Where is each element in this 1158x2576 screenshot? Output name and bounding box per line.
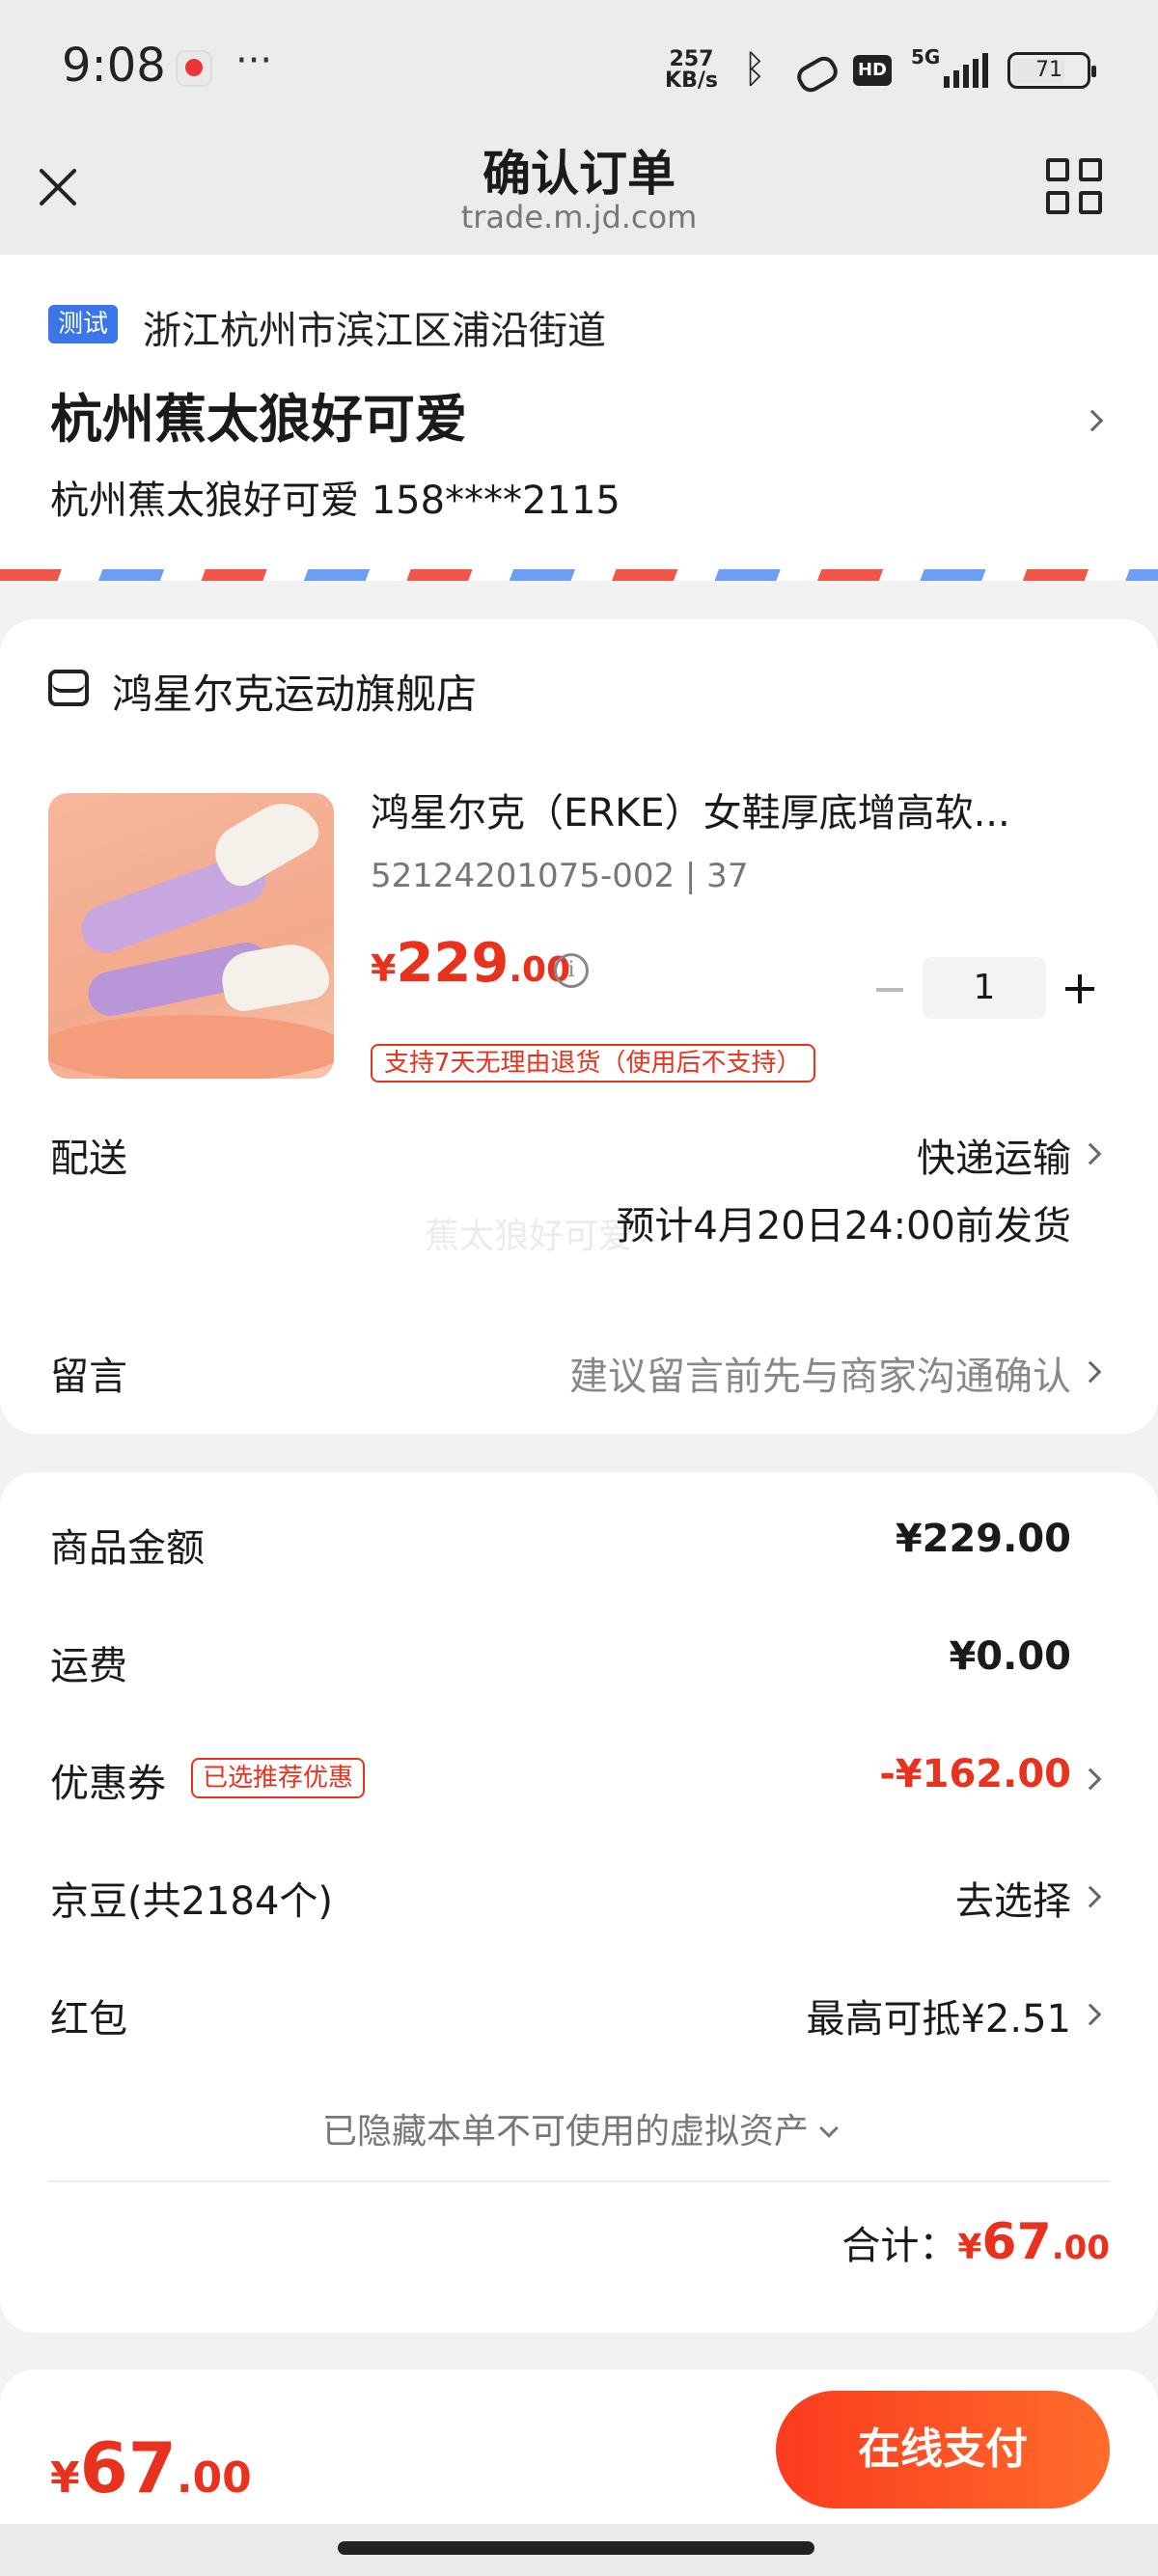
chevron-right-icon (1079, 1360, 1102, 1384)
bluetooth-icon (737, 47, 776, 92)
battery-icon: 71 (1007, 52, 1096, 89)
network-speed: 257 KB/s (665, 47, 718, 93)
home-indicator[interactable] (338, 2541, 814, 2555)
coupon-value[interactable]: -¥162.00 (879, 1752, 1071, 1796)
address-name: 杭州蕉太狼好可爱 (50, 389, 467, 450)
checkout-price: ¥67.00 (50, 2427, 252, 2508)
redpacket-value[interactable]: 最高可抵¥2.51 (806, 1987, 1071, 2043)
signal-icon: 5G (911, 45, 988, 90)
divider (48, 2180, 1110, 2182)
nav-bar: 确认订单 trade.m.jd.com (0, 135, 1158, 255)
page-title: 确认订单 (482, 146, 676, 202)
address-contact: 杭州蕉太狼好可爱 158****2115 (50, 479, 620, 523)
goods-amount-label: 商品金额 (50, 1526, 205, 1571)
product-title[interactable]: 鸿星尔克（ERKE）女鞋厚底增高软... (371, 781, 1085, 837)
chevron-right-icon (1079, 1142, 1102, 1165)
summary-card: 商品金额 ¥229.00 运费 ¥0.00 优惠券 已选推荐优惠 -¥162.0… (0, 1472, 1158, 2333)
jingdou-label: 京豆(共2184个) (50, 1879, 334, 1924)
page-url: trade.m.jd.com (460, 199, 698, 235)
chevron-right-icon (1079, 1885, 1102, 1908)
decrease-quantity-button[interactable] (876, 988, 903, 992)
shipping-value: ¥0.00 (949, 1634, 1071, 1679)
chevron-down-icon (819, 2119, 839, 2138)
store-name[interactable]: 鸿星尔克运动旗舰店 (112, 662, 477, 721)
address-tag: 测试 (48, 305, 119, 343)
redpacket-label: 红包 (50, 1997, 127, 2042)
shipping-label: 运费 (50, 1644, 127, 1688)
store-card: 鸿星尔克运动旗舰店 鸿星尔克（ERKE）女鞋厚底增高软... 521242010… (0, 619, 1158, 1434)
product-image[interactable] (48, 793, 334, 1079)
status-bar: 9:08 ··· 257 KB/s HD 5G 71 (0, 0, 1158, 135)
pay-online-button[interactable]: 在线支付 (776, 2391, 1110, 2508)
grid-menu-icon[interactable] (1046, 158, 1104, 216)
return-policy-badge: 支持7天无理由退货（使用后不支持） (371, 1044, 815, 1082)
status-time: 9:08 (62, 39, 166, 93)
store-icon (48, 670, 89, 706)
delivery-method[interactable]: 快递运输 (917, 1127, 1071, 1183)
message-label: 留言 (50, 1355, 127, 1399)
message-input[interactable]: 建议留言前先与商家沟通确认 (569, 1345, 1071, 1401)
product-spec: 52124201075-002 | 37 (371, 857, 749, 895)
envelope-stripe (0, 569, 1158, 581)
info-icon[interactable] (554, 953, 589, 988)
hd-icon: HD (853, 55, 892, 86)
address-card[interactable]: 测试 浙江杭州市滨江区浦沿街道 杭州蕉太狼好可爱 杭州蕉太狼好可爱 158***… (0, 255, 1158, 581)
chevron-right-icon (1081, 409, 1104, 432)
product-price: ¥229.00 (371, 932, 571, 995)
chevron-right-icon (1079, 1768, 1102, 1791)
goods-amount-value: ¥229.00 (895, 1517, 1071, 1561)
order-total: 合计：¥67.00 (841, 2213, 1110, 2271)
quantity-input[interactable]: 1 (923, 957, 1046, 1019)
jingdou-select[interactable]: 去选择 (955, 1870, 1071, 1926)
increase-quantity-button[interactable] (1065, 974, 1094, 1003)
link-icon (795, 51, 834, 90)
address-region: 浙江杭州市滨江区浦沿街道 (143, 309, 606, 353)
delivery-estimate: 预计4月20日24:00前发货 (616, 1204, 1071, 1248)
watermark: 蕉太狼好可爱 (425, 1217, 634, 1256)
hidden-assets-toggle[interactable]: 已隐藏本单不可使用的虚拟资产 (0, 2103, 1158, 2153)
app-notification-icon (176, 50, 212, 87)
coupon-tag: 已选推荐优惠 (191, 1758, 366, 1798)
chevron-right-icon (1079, 2003, 1102, 2026)
coupon-label: 优惠券 (50, 1762, 166, 1806)
more-notifications-icon: ··· (235, 39, 273, 83)
delivery-label: 配送 (50, 1137, 127, 1181)
